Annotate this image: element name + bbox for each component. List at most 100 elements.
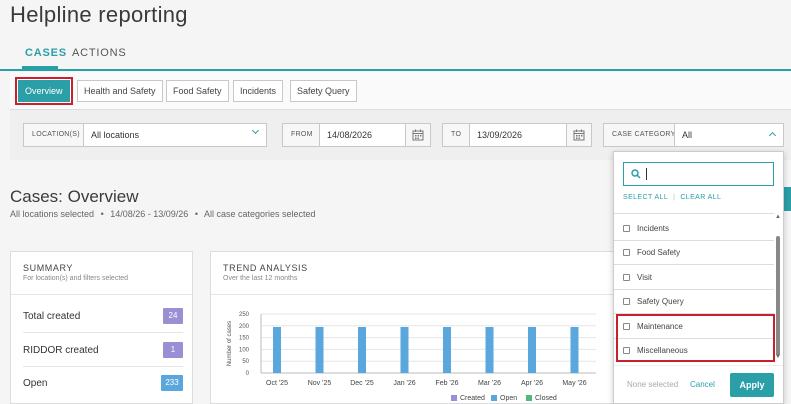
apply-button[interactable]: Apply <box>730 373 774 397</box>
section-subtitle: All locations selected • 14/08/26 - 13/0… <box>10 209 320 219</box>
tab-cases[interactable]: CASES <box>25 47 67 59</box>
location-label: LOCATION(S) <box>23 123 89 147</box>
active-tab-indicator <box>22 66 58 69</box>
chevron-up-icon <box>768 131 777 140</box>
summary-title: SUMMARY <box>23 263 74 273</box>
bar-open <box>570 326 579 373</box>
selection-status: None selected <box>627 380 679 389</box>
summary-subtitle: For location(s) and filters selected <box>23 275 129 282</box>
checkbox[interactable] <box>623 274 630 281</box>
category-search-input[interactable] <box>623 162 774 186</box>
report-subnav: Overview Health and Safety Food Safety I… <box>10 72 791 110</box>
subnav-health-safety-button[interactable]: Health and Safety <box>77 80 163 102</box>
dropdown-footer: None selected Cancel Apply <box>614 365 783 404</box>
subnav-food-safety-button[interactable]: Food Safety <box>166 80 229 102</box>
highlight-box <box>616 314 775 362</box>
export-button-edge[interactable] <box>783 187 791 211</box>
subnav-incidents-button[interactable]: Incidents <box>233 80 284 102</box>
section-title: Cases: Overview <box>10 187 139 206</box>
category-option-visit[interactable]: Visit <box>623 273 773 282</box>
checkbox[interactable] <box>623 225 630 232</box>
summary-row-riddor-created[interactable]: RIDDOR created 1 <box>23 342 183 358</box>
page-title: Helpline reporting <box>10 2 188 27</box>
x-tick-label: Dec '25 <box>350 380 374 387</box>
legend-label: Open <box>500 395 517 402</box>
y-tick-label: 100 <box>239 347 250 353</box>
x-tick-label: May '26 <box>562 380 586 387</box>
to-calendar-button[interactable] <box>566 123 592 147</box>
subnav-overview-button[interactable]: Overview <box>15 77 73 105</box>
case-category-dropdown: SELECT ALL | CLEAR ALL Incidents Food Safe… <box>613 151 784 404</box>
summary-row-total-created[interactable]: Total created 24 <box>23 308 183 324</box>
select-all-link[interactable]: SELECT ALL <box>623 194 668 201</box>
case-category-value: All <box>682 130 693 140</box>
summary-row-label: Total created <box>23 311 81 322</box>
checkbox[interactable] <box>623 298 630 305</box>
x-tick-label: Mar '26 <box>478 380 501 387</box>
from-calendar-button[interactable] <box>405 123 431 147</box>
category-option-safety-query[interactable]: Safety Query <box>623 297 773 306</box>
y-tick-label: 200 <box>239 324 250 330</box>
calendar-icon <box>573 129 585 141</box>
y-tick-label: 150 <box>239 336 250 342</box>
x-tick-label: Oct '25 <box>266 380 288 387</box>
bar-open <box>528 326 536 373</box>
to-label: TO <box>442 123 471 147</box>
text-cursor <box>646 168 647 180</box>
scroll-up-icon[interactable]: ▲ <box>775 214 781 220</box>
legend-swatch <box>451 395 457 401</box>
trend-subtitle: Over the last 12 months <box>223 275 298 282</box>
chevron-down-icon <box>251 126 260 135</box>
from-label: FROM <box>282 123 322 147</box>
scroll-down-icon[interactable]: ▼ <box>775 354 781 360</box>
case-category-label: CASE CATEGORY <box>603 123 685 147</box>
bar-open <box>315 326 324 373</box>
to-date-input[interactable]: 13/09/2026 <box>469 123 567 147</box>
subtitle-locations: All locations selected <box>10 209 95 219</box>
list-divider <box>614 240 774 241</box>
bar-open <box>273 326 281 373</box>
legend-swatch <box>526 395 532 401</box>
summary-row-label: RIDDOR created <box>23 345 99 356</box>
row-divider <box>23 366 183 367</box>
y-tick-label: 0 <box>246 371 250 377</box>
card-divider <box>11 294 192 295</box>
cancel-button[interactable]: Cancel <box>690 380 715 389</box>
tab-actions[interactable]: ACTIONS <box>72 47 127 59</box>
category-option-incidents[interactable]: Incidents <box>623 224 773 233</box>
bar-open <box>485 326 494 373</box>
case-category-select[interactable]: All <box>674 123 784 147</box>
from-date-input[interactable]: 14/08/2026 <box>319 123 406 147</box>
trend-chart: Number of cases 250 200 150 100 50 0 Oct '25 Nov… <box>227 312 596 402</box>
option-label: Food Safety <box>637 248 681 257</box>
option-label: Visit <box>637 273 652 282</box>
x-tick-label: Nov '25 <box>308 380 332 387</box>
link-separator: | <box>673 194 676 201</box>
list-divider <box>614 264 774 265</box>
summary-card: SUMMARY For location(s) and filters sele… <box>10 251 193 404</box>
location-select[interactable]: All locations <box>83 123 267 147</box>
legend-swatch <box>491 395 497 401</box>
count-badge: 233 <box>161 375 183 391</box>
x-tick-label: Feb '26 <box>435 380 458 387</box>
category-option-food-safety[interactable]: Food Safety <box>623 248 773 257</box>
checkbox[interactable] <box>623 249 630 256</box>
subnav-safety-query-button[interactable]: Safety Query <box>290 80 357 102</box>
list-scrollbar[interactable]: ▲ ▼ <box>775 214 781 364</box>
x-tick-label: Apr '26 <box>521 380 543 387</box>
row-divider <box>23 332 183 333</box>
x-tick-label: Jan '26 <box>393 380 415 387</box>
trend-title: TREND ANALYSIS <box>223 263 308 273</box>
count-badge: 24 <box>163 308 183 324</box>
summary-row-label: Open <box>23 378 48 389</box>
legend-label: Closed <box>535 395 557 402</box>
option-label: Safety Query <box>637 297 684 306</box>
tab-bar: CASES ACTIONS <box>0 40 791 71</box>
y-tick-label: 50 <box>242 359 249 365</box>
summary-row-open[interactable]: Open 233 <box>23 375 183 391</box>
scrollbar-thumb[interactable] <box>776 236 780 356</box>
list-divider <box>614 213 774 214</box>
legend-label: Created <box>460 395 485 402</box>
subtitle-dates: 14/08/26 - 13/09/26 <box>110 209 189 219</box>
clear-all-link[interactable]: CLEAR ALL <box>680 194 721 201</box>
